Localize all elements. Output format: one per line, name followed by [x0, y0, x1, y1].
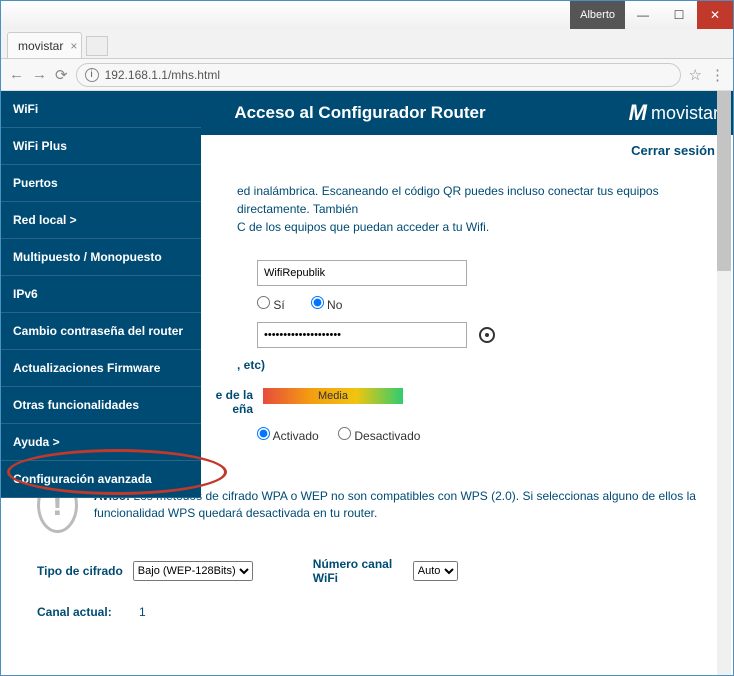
scroll-thumb[interactable]	[717, 91, 731, 271]
reload-icon[interactable]: ⟳	[55, 66, 68, 84]
brand-logo: M movistar	[629, 100, 719, 126]
bookmark-icon[interactable]: ☆	[689, 66, 702, 84]
channel-select[interactable]: Auto	[413, 561, 458, 581]
show-password-icon[interactable]	[479, 327, 495, 343]
browser-menu-icon[interactable]: ⋮	[710, 66, 725, 84]
sidebar-item-puertos[interactable]: Puertos	[1, 165, 201, 202]
minimize-button[interactable]: —	[625, 1, 661, 29]
tab-close-icon[interactable]: ×	[70, 39, 77, 53]
url-field[interactable]: i 192.168.1.1/mhs.html	[76, 63, 681, 87]
strength-label: e de laeña	[213, 388, 253, 417]
cipher-label: Tipo de cifrado	[37, 564, 123, 578]
sidebar-item-ipv6[interactable]: IPv6	[1, 276, 201, 313]
sidebar-item-otras[interactable]: Otras funcionalidades	[1, 387, 201, 424]
password-strength-bar: Media	[263, 388, 403, 404]
side-menu: WiFi WiFi Plus Puertos Red local > Multi…	[1, 91, 201, 498]
wifi-desc-1: ed inalámbrica. Escaneando el código QR …	[237, 184, 659, 216]
back-icon[interactable]: ←	[9, 66, 24, 83]
page-scrollbar[interactable]	[717, 91, 731, 675]
sidebar-item-wifi[interactable]: WiFi	[1, 91, 201, 128]
wifi-desc-2: C de los equipos que puedan acceder a tu…	[237, 220, 489, 234]
forward-icon[interactable]: →	[32, 66, 47, 83]
window-titlebar: Alberto — ☐ ✕	[1, 1, 733, 29]
site-info-icon[interactable]: i	[85, 68, 99, 82]
current-channel-value: 1	[139, 605, 146, 619]
window-user: Alberto	[570, 1, 625, 29]
sidebar-item-multipuesto[interactable]: Multipuesto / Monopuesto	[1, 239, 201, 276]
ssid-input[interactable]	[257, 260, 467, 286]
logout-link[interactable]: Cerrar sesión	[631, 143, 715, 158]
browser-tab[interactable]: movistar ×	[7, 32, 82, 58]
channel-label: Número canal WiFi	[313, 557, 403, 585]
sidebar-item-firmware[interactable]: Actualizaciones Firmware	[1, 350, 201, 387]
radio-activado[interactable]: Activado	[257, 429, 319, 443]
address-bar: ← → ⟳ i 192.168.1.1/mhs.html ☆ ⋮	[1, 59, 733, 91]
radio-desactivado[interactable]: Desactivado	[338, 429, 420, 443]
maximize-button[interactable]: ☐	[661, 1, 697, 29]
sidebar-item-config-avanzada[interactable]: Configuración avanzada	[1, 461, 201, 498]
close-button[interactable]: ✕	[697, 1, 733, 29]
logo-m-icon: M	[629, 100, 647, 126]
brand-text: movistar	[651, 103, 719, 124]
etc-label: , etc)	[237, 358, 713, 372]
sidebar-item-redlocal[interactable]: Red local >	[1, 202, 201, 239]
radio-no[interactable]: No	[311, 296, 343, 312]
strength-value: Media	[318, 390, 348, 402]
sidebar-item-ayuda[interactable]: Ayuda >	[1, 424, 201, 461]
password-input[interactable]	[257, 322, 467, 348]
page-body: MENÚ Acceso al Configurador Router M mov…	[1, 91, 733, 675]
tab-title: movistar	[18, 39, 63, 53]
radio-si[interactable]: Sí	[257, 296, 285, 312]
sidebar-item-wifiplus[interactable]: WiFi Plus	[1, 128, 201, 165]
url-text: 192.168.1.1/mhs.html	[105, 68, 220, 82]
sidebar-item-cambio[interactable]: Cambio contraseña del router	[1, 313, 201, 350]
new-tab-button[interactable]	[86, 36, 108, 56]
browser-tabbar: movistar ×	[1, 29, 733, 59]
current-channel-label: Canal actual:	[37, 605, 112, 619]
cipher-select[interactable]: Bajo (WEP-128Bits)	[133, 561, 253, 581]
